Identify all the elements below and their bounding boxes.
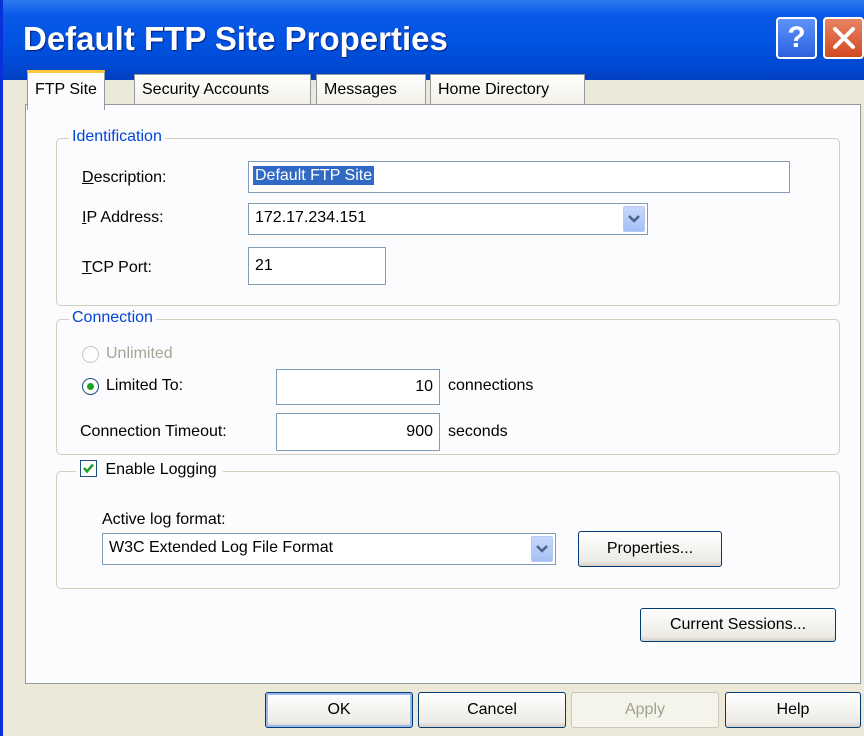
connection-timeout-label: Connection Timeout: <box>80 423 227 441</box>
unlimited-radio[interactable] <box>82 346 99 363</box>
cancel-button[interactable]: Cancel <box>418 692 566 728</box>
ip-address-label-text: P Address: <box>86 209 164 226</box>
connections-unit-label: connections <box>448 377 534 394</box>
help-button-label: Help <box>776 701 810 718</box>
tcp-port-input[interactable]: 21 <box>248 247 386 285</box>
tab-messages[interactable]: Messages <box>316 74 426 106</box>
help-button-titlebar[interactable]: ? <box>776 17 817 59</box>
tcp-port-label: TCP Port: <box>82 259 152 276</box>
tab-security-accounts[interactable]: Security Accounts <box>134 74 311 106</box>
seconds-unit-label: seconds <box>448 423 508 440</box>
ip-address-value: 172.17.234.151 <box>255 209 367 226</box>
description-input[interactable]: Default FTP Site <box>248 161 790 193</box>
chevron-down-icon <box>536 545 548 553</box>
enable-logging-legend: Enable Logging <box>76 460 223 479</box>
checkmark-icon <box>83 463 94 474</box>
max-connections-value: 10 <box>415 378 433 395</box>
ip-address-dropdown-button[interactable] <box>623 206 645 232</box>
log-format-dropdown-button[interactable] <box>531 536 553 562</box>
tab-ftp-site[interactable]: FTP Site <box>27 70 105 110</box>
apply-button-label: Apply <box>624 701 666 718</box>
connection-timeout-label-text: Connection Timeout: <box>80 423 227 440</box>
tab-label: FTP Site <box>35 81 97 98</box>
dialog-window: Default FTP Site Properties ? FTP Site S… <box>0 0 864 736</box>
tcp-port-label-text: CP Port: <box>91 259 152 276</box>
tab-panel: Identification Description: Default FTP … <box>25 104 861 684</box>
current-sessions-button[interactable]: Current Sessions... <box>640 608 836 642</box>
enable-logging-checkbox[interactable] <box>80 460 97 478</box>
apply-button[interactable]: Apply <box>571 692 719 728</box>
tab-label: Messages <box>324 81 397 98</box>
help-button[interactable]: Help <box>725 692 861 728</box>
ok-button[interactable]: OK <box>265 692 413 728</box>
tcp-port-value: 21 <box>255 257 273 274</box>
close-button[interactable] <box>823 17 864 59</box>
description-label: Description: <box>82 169 167 186</box>
unlimited-label: Unlimited <box>106 345 173 363</box>
connection-timeout-value: 900 <box>406 423 433 440</box>
ip-address-select[interactable]: 172.17.234.151 <box>248 203 648 235</box>
enable-logging-label: Enable Logging <box>105 461 217 478</box>
tab-home-directory[interactable]: Home Directory <box>430 74 585 106</box>
logging-group <box>56 471 840 589</box>
log-properties-button[interactable]: Properties... <box>578 531 722 567</box>
limited-to-radio[interactable] <box>82 378 99 395</box>
description-value: Default FTP Site <box>253 166 375 185</box>
title-bar[interactable]: Default FTP Site Properties ? <box>3 0 864 80</box>
window-title: Default FTP Site Properties <box>23 20 448 57</box>
log-properties-button-label: Properties... <box>606 540 694 557</box>
limited-to-label: Limited To: <box>106 377 183 395</box>
close-icon <box>833 27 855 49</box>
active-log-format-label: Active log format: <box>102 511 226 528</box>
limited-to-label-text: Limited To: <box>106 377 184 394</box>
cancel-button-label: Cancel <box>467 701 517 718</box>
log-format-select[interactable]: W3C Extended Log File Format <box>102 533 556 565</box>
log-format-value: W3C Extended Log File Format <box>109 539 334 556</box>
ok-button-label: OK <box>327 701 351 718</box>
description-label-text: escription: <box>93 169 167 186</box>
tab-label: Security Accounts <box>142 81 270 98</box>
identification-legend: Identification <box>69 128 165 146</box>
ip-address-label: IP Address: <box>82 209 164 226</box>
max-connections-input[interactable]: 10 <box>276 369 440 405</box>
tab-label: Home Directory <box>438 81 550 98</box>
chevron-down-icon <box>628 215 640 223</box>
connection-legend: Connection <box>69 309 156 327</box>
radio-selected-dot <box>87 383 94 390</box>
current-sessions-button-label: Current Sessions... <box>669 616 807 633</box>
unlimited-label-text: Unlimited <box>106 345 173 362</box>
connection-timeout-input[interactable]: 900 <box>276 413 440 451</box>
